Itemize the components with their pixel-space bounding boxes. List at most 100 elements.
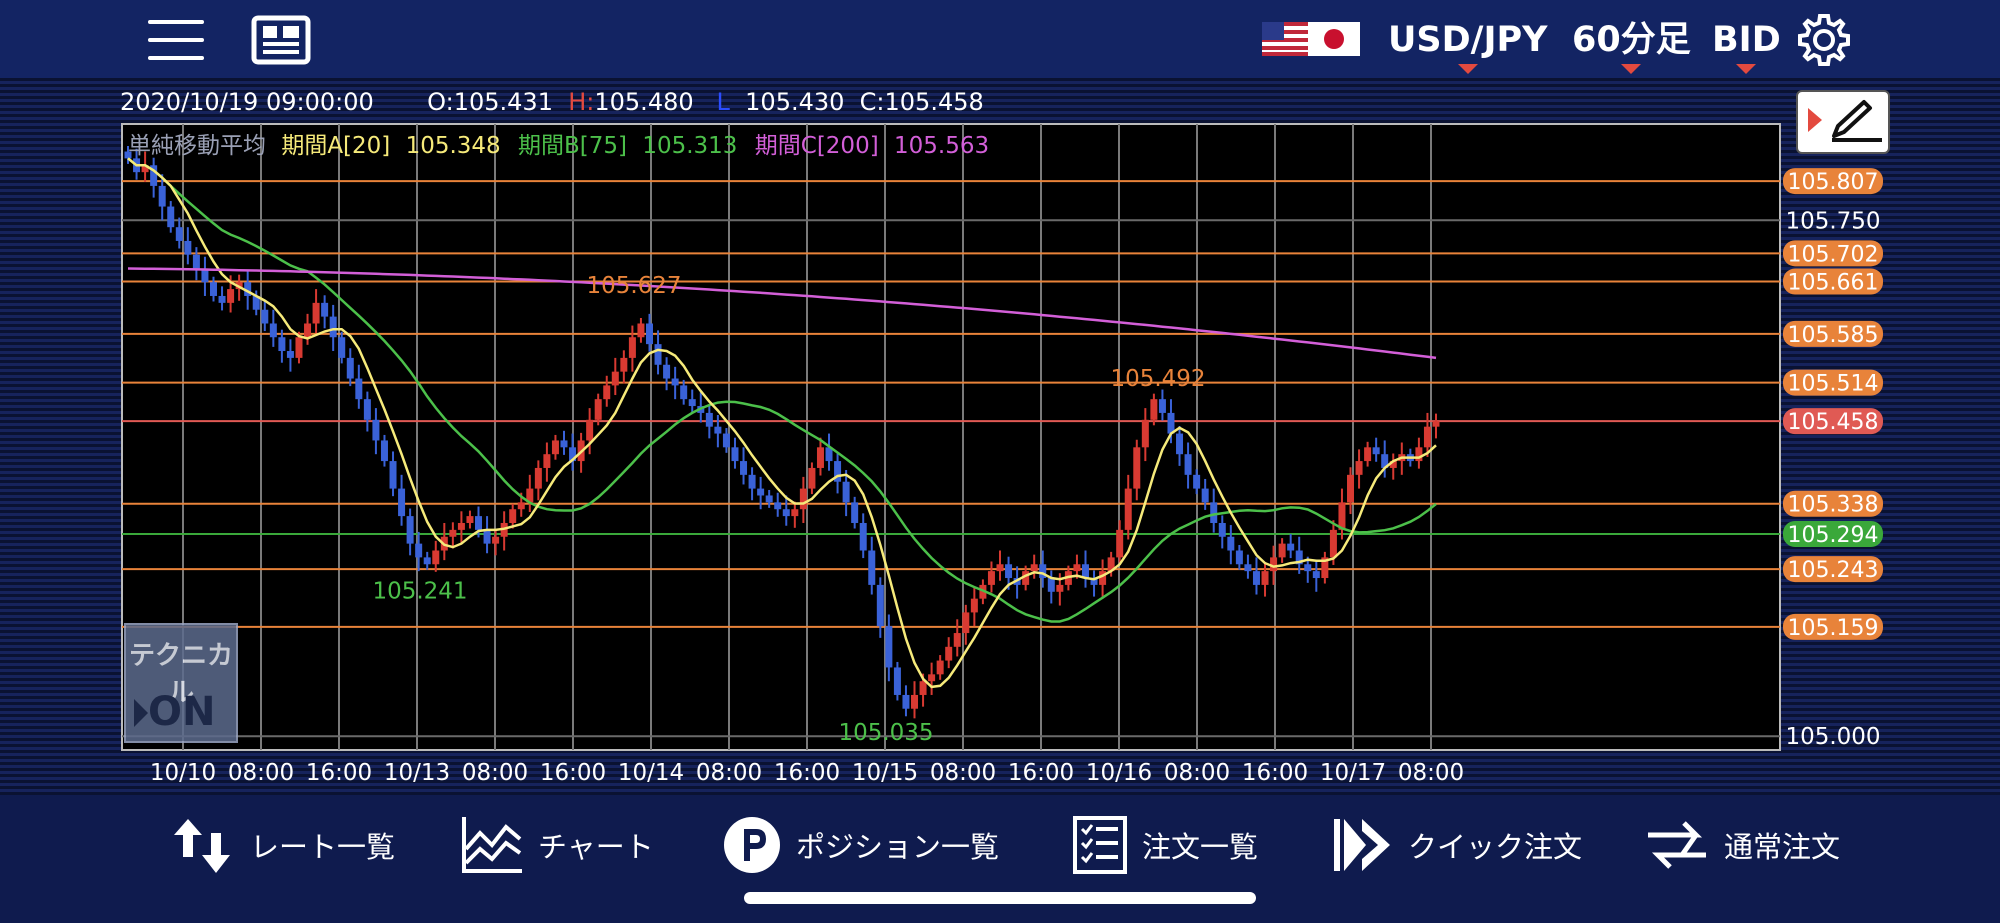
nav-orders-label: 注文一覧 <box>1142 830 1259 864</box>
candle-body <box>740 461 748 475</box>
chart-line-icon <box>462 817 522 873</box>
candle-body <box>415 543 423 558</box>
technical-toggle-button[interactable]: テクニカル ON <box>124 623 238 743</box>
x-tick-label: 08:00 <box>696 760 762 786</box>
candle-body <box>731 447 739 462</box>
candle-body <box>936 660 944 675</box>
x-tick-label: 08:00 <box>930 760 996 786</box>
candle-body <box>534 467 542 489</box>
candle-body <box>1218 522 1226 537</box>
candle-body <box>483 529 491 544</box>
candle-body <box>560 440 568 448</box>
candle-body <box>1201 488 1209 503</box>
candle-body <box>1116 529 1124 558</box>
candle-body <box>1073 564 1081 572</box>
candle-body <box>928 674 936 682</box>
candle-body <box>329 316 337 338</box>
candle-body <box>586 419 594 441</box>
position-p-icon <box>724 817 780 873</box>
candle-body <box>1030 564 1038 572</box>
candle-body <box>885 626 893 668</box>
order-list-icon <box>1073 816 1127 874</box>
price-badge-label: 105.807 <box>1788 170 1879 195</box>
nav-rate-list[interactable]: レート一覧 <box>170 813 395 877</box>
x-tick-label: 16:00 <box>540 760 606 786</box>
candle-body <box>1261 571 1269 585</box>
candle-body <box>551 440 559 455</box>
expand-arrow-icon <box>1808 108 1822 132</box>
pen-icon <box>1832 100 1882 142</box>
ma-c-value: 105.563 <box>894 133 989 159</box>
candle-body <box>1227 536 1235 551</box>
price-badge-label: 105.661 <box>1788 271 1879 296</box>
drawing-tool-button[interactable] <box>1796 90 1890 154</box>
x-tick-label: 10/14 <box>618 760 684 786</box>
candle-body <box>304 323 312 338</box>
candle-body <box>492 536 500 544</box>
candle-body <box>782 509 790 517</box>
candle-body <box>372 419 380 441</box>
candle-body <box>1184 454 1192 475</box>
candle-body <box>1141 419 1149 448</box>
candle-body <box>1312 571 1320 579</box>
candle-body <box>953 633 961 647</box>
nav-quick-order[interactable]: クイック注文 <box>1330 813 1582 877</box>
candle-body <box>227 289 235 303</box>
candle-body <box>1150 399 1158 420</box>
x-tick-label: 10/17 <box>1320 760 1386 786</box>
nav-chart[interactable]: チャート <box>460 813 654 877</box>
candle-body <box>398 488 406 517</box>
candle-body <box>902 694 910 709</box>
x-tick-label: 10/13 <box>384 760 450 786</box>
candle-body <box>1047 578 1055 592</box>
candle-body <box>517 502 525 510</box>
nav-positions-label: ポジション一覧 <box>796 830 1000 864</box>
nav-positions[interactable]: ポジション一覧 <box>722 813 999 877</box>
candle-body <box>859 522 867 551</box>
candle-body <box>184 240 192 255</box>
candle-body <box>380 440 388 462</box>
candle-body <box>774 502 782 510</box>
candle-body <box>851 502 859 523</box>
home-indicator <box>744 892 1256 904</box>
price-badge-label: 105.458 <box>1788 410 1879 435</box>
candle-body <box>1364 447 1372 462</box>
candle-body <box>278 337 286 352</box>
candle-body <box>158 185 166 207</box>
candle-body <box>1235 550 1243 565</box>
candle-body <box>816 447 824 468</box>
play-icon <box>134 699 148 727</box>
y-tick-label: 105.750 <box>1785 208 1880 234</box>
candle-body <box>1133 447 1141 489</box>
price-badge-label: 105.338 <box>1788 493 1879 518</box>
price-annotation: 105.035 <box>838 720 933 746</box>
candle-body <box>175 227 183 241</box>
candle-body <box>808 467 816 489</box>
price-badge-label: 105.702 <box>1788 242 1879 267</box>
candle-body <box>722 433 730 448</box>
indicator-legend: 単純移動平均 期間A[20] 105.348 期間B[75] 105.313 期… <box>128 133 989 159</box>
price-badge-label: 105.159 <box>1788 616 1879 641</box>
ma-a-value: 105.348 <box>406 133 501 159</box>
nav-normal-order[interactable]: 通常注文 <box>1644 813 1840 877</box>
candle-body <box>1056 584 1064 592</box>
candle-body <box>1081 564 1089 579</box>
nav-orders[interactable]: 注文一覧 <box>1072 813 1258 877</box>
candle-body <box>620 357 628 372</box>
candlestick-chart[interactable]: 105.807 105.702 105.661 105.585 105.514 105.4… <box>0 0 2000 923</box>
candle-body <box>475 516 483 530</box>
technical-state: ON <box>148 689 216 735</box>
candle-body <box>1372 447 1380 455</box>
nav-normal-order-label: 通常注文 <box>1724 830 1841 864</box>
nav-rate-list-label: レート一覧 <box>250 830 396 864</box>
x-tick-label: 10/15 <box>852 760 918 786</box>
candle-body <box>192 254 200 269</box>
candle-body <box>671 378 679 386</box>
candle-body <box>654 344 662 365</box>
candle-body <box>842 481 850 503</box>
candle-body <box>355 378 363 400</box>
candle-body <box>645 323 653 345</box>
x-tick-label: 08:00 <box>1164 760 1230 786</box>
x-tick-label: 10/10 <box>150 760 216 786</box>
candle-body <box>680 385 688 400</box>
